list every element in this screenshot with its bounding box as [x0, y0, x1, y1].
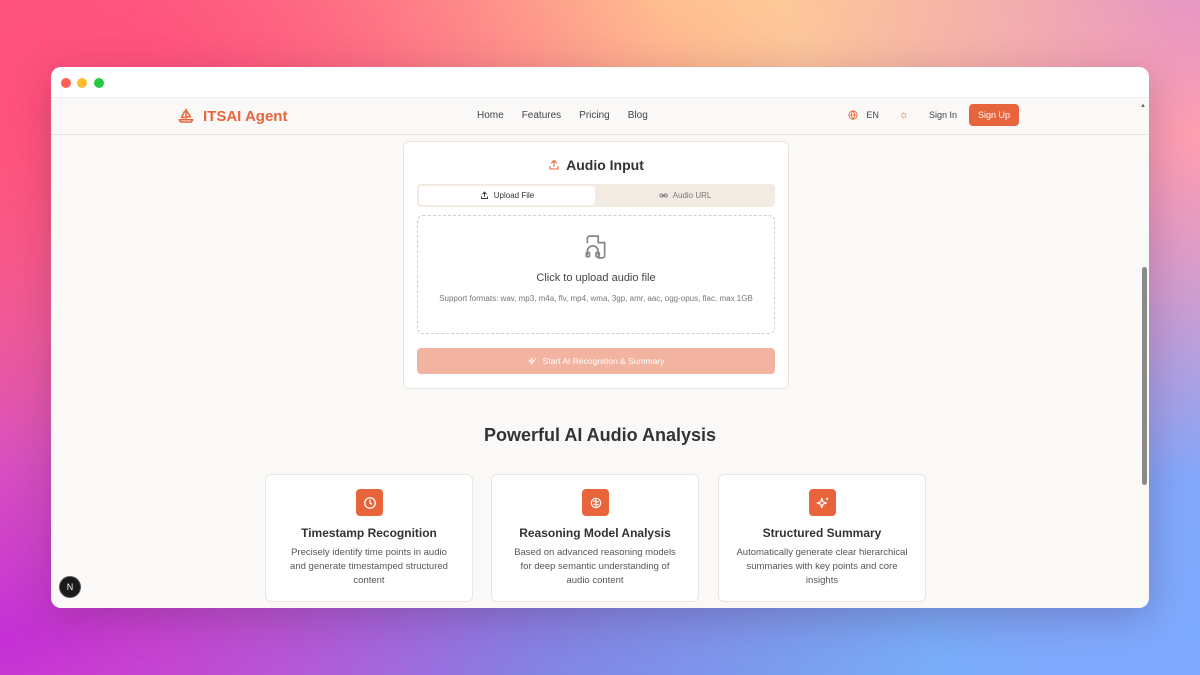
feature-title: Reasoning Model Analysis [519, 526, 671, 540]
audio-input-card: Audio Input Upload File Audio URL Click … [403, 141, 789, 389]
brand-logo-link[interactable]: ITSAI Agent [177, 107, 287, 125]
tab-upload-file-label: Upload File [493, 191, 535, 200]
feature-card-summary: Structured Summary Automatically generat… [718, 474, 926, 602]
browser-window: ITSAI Agent Home Features Pricing Blog E… [51, 67, 1149, 608]
minimize-window-button[interactable] [77, 78, 87, 88]
nav-links: Home Features Pricing Blog [477, 110, 648, 121]
sparkles-icon [527, 357, 536, 365]
nav-features-link[interactable]: Features [522, 110, 561, 121]
scrollbar-thumb[interactable] [1142, 267, 1147, 485]
upload-icon [480, 191, 488, 199]
theme-toggle-sun-icon[interactable]: ☼ [899, 109, 909, 121]
start-recognition-label: Start AI Recognition & Summary [542, 356, 665, 366]
nav-blog-link[interactable]: Blog [628, 110, 648, 121]
sailboat-icon [178, 108, 194, 123]
language-switcher[interactable]: EN [848, 110, 879, 120]
audio-upload-dropzone[interactable]: Click to upload audio file Support forma… [417, 215, 775, 334]
features-section-title: Powerful AI Audio Analysis [483, 425, 717, 445]
sign-in-link[interactable]: Sign In [929, 110, 957, 120]
clock-icon [356, 489, 383, 516]
sign-up-button[interactable]: Sign Up [968, 104, 1019, 126]
link-icon [658, 193, 668, 198]
nextjs-dev-badge[interactable]: N [59, 576, 81, 598]
language-label: EN [866, 110, 879, 120]
feature-description: Precisely identify time points in audio … [290, 547, 448, 586]
title-bar [51, 67, 1149, 98]
input-mode-tabs: Upload File Audio URL [417, 184, 775, 207]
scroll-up-arrow-icon[interactable]: ▲ [1140, 103, 1146, 109]
maximize-window-button[interactable] [94, 78, 104, 88]
feature-description: Based on advanced reasoning models for d… [514, 547, 676, 586]
audio-input-title-text: Audio Input [566, 157, 644, 173]
nav-pricing-link[interactable]: Pricing [579, 110, 610, 121]
upload-icon [549, 159, 559, 170]
feature-card-reasoning: Reasoning Model Analysis Based on advanc… [491, 474, 699, 602]
navbar: ITSAI Agent Home Features Pricing Blog E… [51, 99, 1149, 135]
globe-icon [848, 110, 858, 120]
page-scrollbar[interactable]: ▲ [1140, 99, 1147, 608]
close-window-button[interactable] [61, 78, 71, 88]
brain-icon [582, 489, 609, 516]
tab-audio-url-label: Audio URL [672, 191, 712, 200]
dropzone-title: Click to upload audio file [536, 272, 656, 284]
supported-formats-text: Support formats: wav, mp3, m4a, flv, mp4… [439, 294, 753, 303]
tab-upload-file[interactable]: Upload File [419, 186, 595, 205]
feature-title: Timestamp Recognition [301, 526, 437, 540]
tab-audio-url[interactable]: Audio URL [597, 186, 773, 205]
sparkles-icon [809, 489, 836, 516]
brand-name: ITSAI Agent [203, 107, 288, 125]
start-recognition-button[interactable]: Start AI Recognition & Summary [417, 348, 775, 374]
feature-title: Structured Summary [762, 526, 882, 540]
feature-description: Automatically generate clear hierarchica… [736, 547, 908, 586]
audio-file-icon [585, 235, 606, 259]
feature-card-timestamp: Timestamp Recognition Precisely identify… [265, 474, 473, 602]
audio-input-title: Audio Input [404, 157, 788, 173]
nav-home-link[interactable]: Home [477, 110, 504, 121]
nav-actions: EN ☼ Sign In Sign Up [848, 104, 1019, 126]
